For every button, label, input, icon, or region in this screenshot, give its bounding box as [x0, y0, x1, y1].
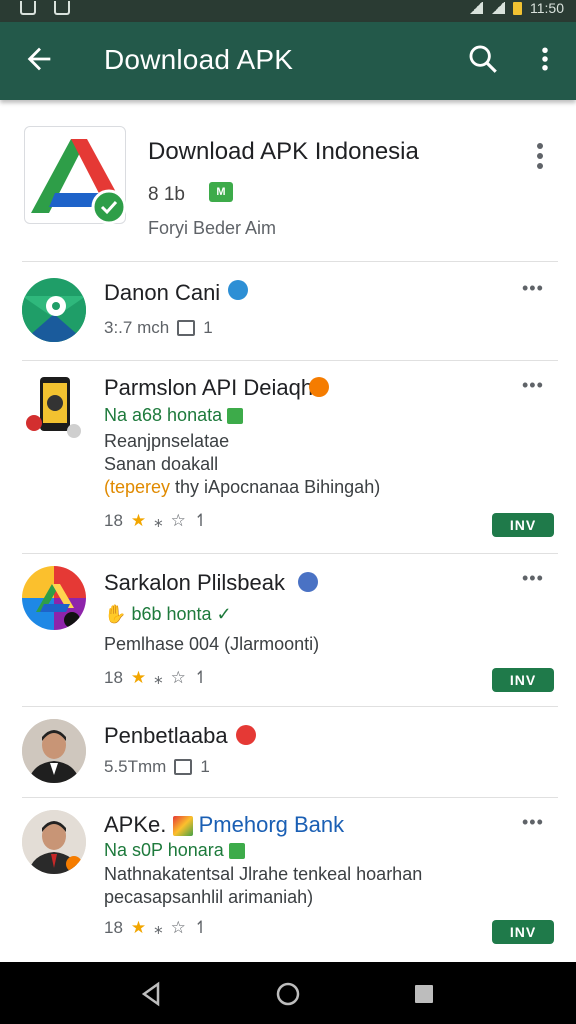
star-icon: ★	[130, 918, 147, 937]
install-button[interactable]: INV	[492, 513, 554, 537]
page-title: Download APK	[104, 44, 294, 75]
star-empty-icon: ☆	[170, 918, 186, 937]
app-subtitle: ✋ b6b honta ✓	[104, 604, 232, 624]
search-icon[interactable]	[466, 42, 500, 76]
signal-icon	[491, 2, 505, 14]
app-badge-icon	[172, 816, 193, 837]
notification-icons	[20, 0, 70, 16]
install-button[interactable]: INV	[492, 920, 554, 944]
app-description-line: Sanan doakall	[104, 454, 219, 474]
app-name: Parmslon API Deiaqh	[104, 375, 314, 400]
envelope-icon	[22, 296, 86, 342]
featured-app-name: Download APK Indonesia	[148, 138, 419, 165]
app-count: 1	[203, 318, 213, 337]
star-icon: ★	[130, 511, 147, 530]
more-options-icon[interactable]: •••	[522, 278, 544, 299]
list-item[interactable]: Penbetlaaba 5.5Tmm 1	[0, 707, 576, 797]
download-notification-icon	[20, 1, 36, 15]
recents-nav-icon[interactable]	[410, 980, 438, 1008]
app-meta: 3:.7 mch 1	[104, 318, 213, 338]
app-meta: 5.5Tmm 1	[104, 757, 210, 777]
phone-app-icon	[26, 377, 81, 438]
app-name: Penbetlaaba	[104, 723, 228, 748]
back-nav-icon[interactable]	[138, 980, 166, 1008]
back-arrow-icon[interactable]	[22, 42, 56, 76]
avatar	[22, 719, 86, 783]
more-options-icon[interactable]: •••	[522, 568, 544, 589]
featured-app-developer: Foryi Beder Aim	[148, 218, 277, 238]
star-half-icon: ⁎	[154, 668, 163, 687]
install-button[interactable]: INV	[492, 668, 554, 692]
pin-icon: ↿	[193, 918, 209, 937]
app-icon	[22, 375, 86, 439]
more-options-icon[interactable]: •••	[522, 375, 544, 396]
list-item[interactable]: Sarkalon Plilsbeak ✋ b6b honta ✓ Pemlhas…	[0, 554, 576, 706]
image-notification-icon	[54, 1, 70, 15]
star-empty-icon: ☆	[170, 511, 186, 530]
verified-icon	[228, 843, 245, 860]
avatar	[22, 810, 86, 874]
pin-icon: ↿	[193, 511, 209, 530]
app-logo	[24, 126, 127, 225]
star-half-icon: ⁎	[154, 918, 163, 937]
list-item[interactable]: Danon Cani 3:.7 mch 1 •••	[0, 262, 576, 360]
app-rating: 18 ★ ⁎ ☆ ↿	[104, 668, 209, 687]
person-avatar-icon	[22, 810, 86, 874]
app-description-line: Reanjpnselatae	[104, 431, 230, 451]
more-options-icon[interactable]: •••	[522, 812, 544, 833]
verified-badge-icon	[298, 572, 318, 592]
wifi-icon	[469, 2, 483, 14]
clock: 11:50	[530, 0, 564, 16]
app-bar: Download APK	[0, 22, 576, 100]
app-subtitle: Na s0P honara	[104, 840, 245, 861]
app-count: 1	[200, 757, 210, 776]
app-description-line: Pemlhase 004 (Jlarmoonti)	[104, 634, 320, 654]
list-item[interactable]: Parmslon API Deiaqh Na a68 honata Reanjp…	[0, 361, 576, 553]
list-item[interactable]: APKe. Pmehorg Bank Na s0P honara Nathnak…	[0, 798, 576, 962]
star-badge-icon	[309, 377, 329, 397]
star-empty-icon: ☆	[170, 668, 186, 687]
app-rating: 18 ★ ⁎ ☆ ↿	[104, 511, 209, 530]
app-description-line: (teperey thy iApocnanaa Bihingah)	[104, 477, 381, 497]
pin-icon: ↿	[193, 668, 209, 687]
verified-icon	[227, 408, 244, 425]
thumb-icon: ✋	[104, 604, 127, 624]
featured-app-badge: M	[209, 182, 233, 202]
star-badge-icon	[236, 725, 256, 745]
apk-logo-icon	[31, 139, 127, 225]
overflow-menu-icon[interactable]	[530, 42, 560, 76]
app-size: 5.5Tmm	[104, 757, 167, 776]
storage-icon	[177, 320, 196, 336]
storage-icon	[174, 759, 193, 775]
person-avatar-icon	[22, 719, 86, 783]
app-icon	[22, 278, 86, 342]
app-name: Danon Cani	[104, 280, 221, 305]
app-icon	[22, 566, 86, 630]
battery-icon	[513, 1, 522, 15]
app-subtitle: Na a68 honata	[104, 405, 244, 426]
verified-badge-icon	[228, 280, 248, 300]
featured-app-card[interactable]: Download APK Indonesia 8 1b M Foryi Bede…	[0, 112, 576, 262]
more-options-icon[interactable]	[530, 140, 550, 174]
star-half-icon: ⁎	[154, 511, 163, 530]
app-name: APKe. Pmehorg Bank	[104, 812, 345, 837]
leaf-icon: ✓	[216, 604, 232, 624]
app-description-line: Nathnakatentsal Jlrahe tenkeal hoarhan	[104, 864, 423, 884]
star-icon: ★	[130, 668, 147, 687]
featured-app-size: 8 1b	[148, 184, 185, 205]
drive-logo-icon	[36, 584, 80, 628]
app-name: Sarkalon Plilsbeak	[104, 570, 285, 595]
app-description-line: pecasapsanhlil arimaniah)	[104, 887, 314, 907]
app-size: 3:.7 mch	[104, 318, 170, 337]
home-nav-icon[interactable]	[274, 980, 302, 1008]
system-status: 11:50	[469, 0, 564, 16]
system-nav-bar	[0, 962, 576, 1024]
status-bar: 11:50	[0, 0, 576, 22]
app-rating: 18 ★ ⁎ ☆ ↿	[104, 918, 209, 937]
